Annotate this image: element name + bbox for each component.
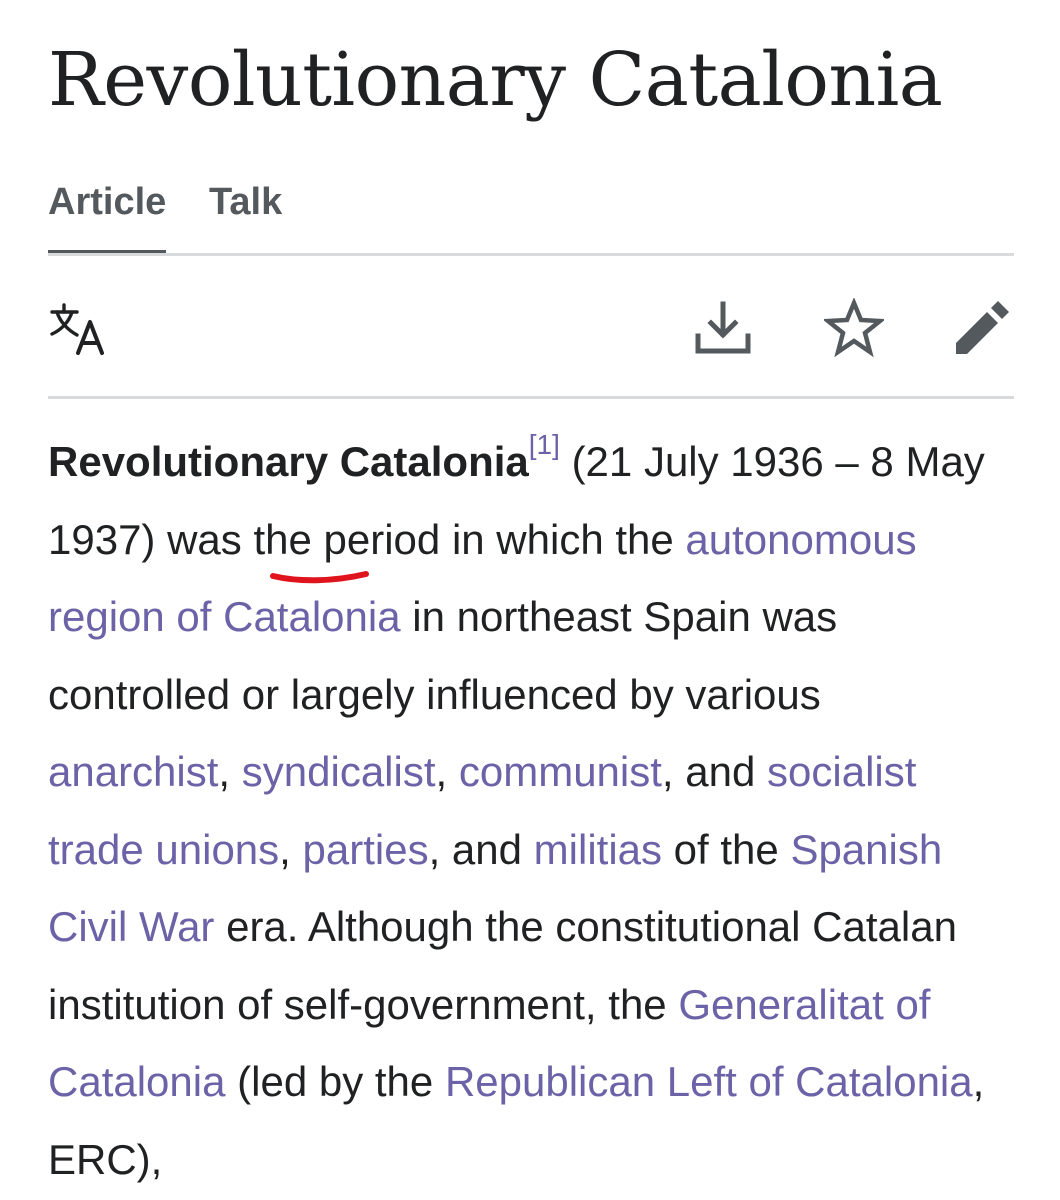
link-syndicalist[interactable]: syndicalist bbox=[242, 748, 436, 795]
tab-article[interactable]: Article bbox=[48, 172, 166, 232]
link-parties[interactable]: parties bbox=[303, 826, 429, 873]
tabs-divider bbox=[48, 253, 1014, 256]
reference-link[interactable]: [1] bbox=[529, 429, 560, 460]
tab-talk[interactable]: Talk bbox=[209, 172, 282, 232]
bold-article-title: Revolutionary Catalonia bbox=[48, 438, 529, 485]
page-title: Revolutionary Catalonia bbox=[48, 37, 943, 123]
toolbar-divider bbox=[48, 396, 1014, 399]
text-span: , bbox=[279, 825, 303, 873]
edit-pencil-icon[interactable] bbox=[952, 298, 1012, 358]
download-icon[interactable] bbox=[693, 298, 753, 358]
text-span: , and bbox=[661, 748, 768, 795]
highlighted-word: was bbox=[167, 515, 242, 563]
text-span: , bbox=[435, 748, 459, 795]
language-icon[interactable] bbox=[48, 298, 108, 358]
text-span: of the bbox=[662, 825, 791, 873]
article-lead-paragraph: Revolutionary Catalonia[1] (21 July 1936… bbox=[48, 423, 1014, 1198]
red-handdrawn-underline bbox=[270, 564, 370, 586]
link-communist[interactable]: communist bbox=[459, 748, 662, 795]
page-tabs: Article Talk bbox=[48, 172, 1014, 256]
link-militias[interactable]: militias bbox=[534, 826, 662, 873]
link-anarchist[interactable]: anarchist bbox=[48, 748, 218, 795]
link-republican-left[interactable]: Republican Left of Catalonia bbox=[445, 1058, 973, 1105]
star-icon[interactable] bbox=[824, 298, 884, 358]
text-span: the period in which the bbox=[241, 515, 686, 563]
text-span: , bbox=[218, 748, 242, 795]
text-span: (led by the bbox=[225, 1058, 445, 1105]
text-span: , and bbox=[428, 825, 534, 873]
